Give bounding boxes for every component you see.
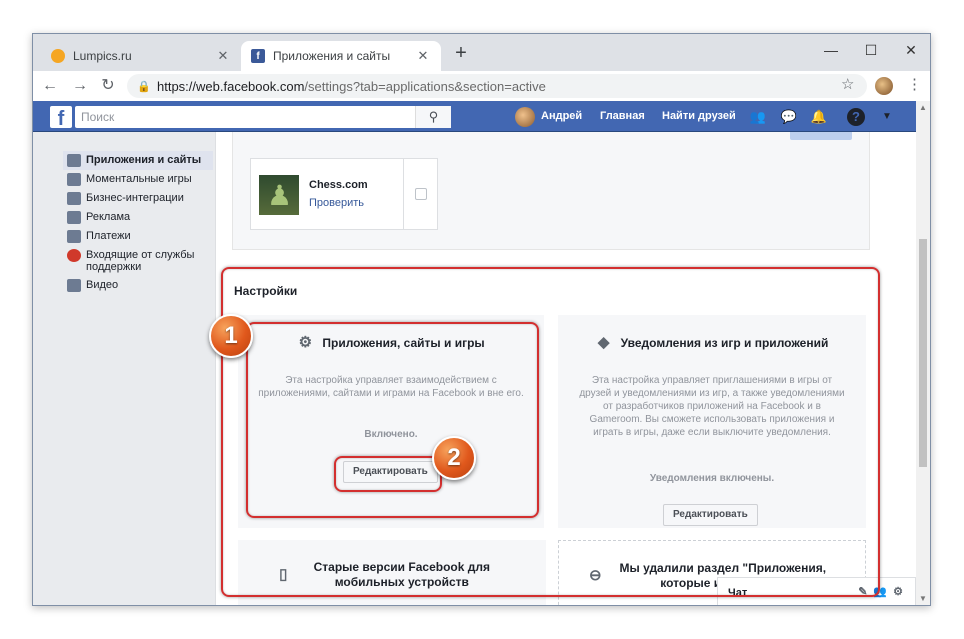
- scroll-up-icon[interactable]: ▲: [919, 103, 927, 112]
- lifebuoy-icon: [67, 249, 81, 262]
- sidebar-item-support-inbox[interactable]: Входящие от службы поддержки: [63, 246, 213, 276]
- credit-card-icon: [67, 230, 81, 243]
- lock-icon: 🔒: [137, 80, 151, 93]
- sidebar-item-label: Бизнес-интеграции: [86, 192, 184, 204]
- app-name[interactable]: Chess.com: [309, 179, 368, 191]
- profile-avatar-icon[interactable]: [875, 77, 893, 95]
- sidebar-item-apps-and-websites[interactable]: Приложения и сайты: [63, 151, 213, 170]
- active-apps-panel: Chess.com Проверить: [232, 132, 870, 250]
- facebook-favicon-icon: f: [251, 49, 265, 63]
- tab-title: Приложения и сайты: [273, 49, 391, 63]
- app-verify-link[interactable]: Проверить: [309, 197, 364, 209]
- sidebar-item-payments[interactable]: Платежи: [63, 227, 213, 246]
- sidebar-item-ads[interactable]: Реклама: [63, 208, 213, 227]
- sidebar-item-label: Входящие от службы поддержки: [86, 249, 195, 273]
- sidebar-item-instant-games[interactable]: Моментальные игры: [63, 170, 213, 189]
- sidebar-item-videos[interactable]: Видео: [63, 276, 213, 295]
- nav-profile-link[interactable]: Андрей: [541, 110, 582, 122]
- reload-icon[interactable]: ↻: [97, 75, 119, 97]
- minimize-button[interactable]: —: [811, 38, 851, 62]
- search-icon[interactable]: ⚲: [415, 106, 451, 128]
- step-2-badge: 2: [432, 436, 476, 480]
- tab-strip: Lumpics.ru ✕ f Приложения и сайты ✕ + — …: [33, 34, 930, 71]
- bookmark-star-icon[interactable]: ☆: [841, 75, 854, 93]
- scrollbar-thumb[interactable]: [919, 239, 927, 467]
- gamepad-icon: [67, 173, 81, 186]
- forward-arrow-icon[interactable]: →: [69, 75, 91, 97]
- tab-lumpics[interactable]: Lumpics.ru ✕: [41, 41, 241, 71]
- tab-close-icon[interactable]: ✕: [415, 48, 431, 64]
- help-icon[interactable]: ?: [847, 108, 865, 126]
- sidebar-item-label: Приложения и сайты: [86, 154, 202, 166]
- edit-button-highlight-box: [334, 456, 442, 492]
- sidebar-item-label: Видео: [86, 279, 119, 291]
- settings-sidebar: Приложения и сайты Моментальные игры Биз…: [63, 151, 213, 295]
- business-integrations-icon: [67, 192, 81, 205]
- chess-app-thumbnail[interactable]: [259, 175, 299, 215]
- sidebar-item-label: Реклама: [86, 211, 131, 223]
- url-path: /settings?tab=applications&section=activ…: [304, 78, 546, 94]
- sidebar-item-label: Моментальные игры: [86, 173, 192, 185]
- account-menu-chevron-down-icon[interactable]: ▼: [878, 108, 896, 126]
- card-divider: [403, 159, 404, 229]
- page-scrollbar[interactable]: ▲ ▼: [916, 101, 930, 605]
- apps-grid-icon: [67, 154, 81, 167]
- nav-home-link[interactable]: Главная: [600, 110, 645, 122]
- messenger-icon[interactable]: 💬: [780, 108, 798, 126]
- tab-title: Lumpics.ru: [73, 49, 132, 63]
- user-avatar[interactable]: [515, 107, 535, 127]
- film-icon: [67, 279, 81, 292]
- friend-requests-icon[interactable]: 👥: [749, 108, 767, 126]
- scroll-down-icon[interactable]: ▼: [919, 594, 927, 603]
- ads-icon: [67, 211, 81, 224]
- app-card: Chess.com Проверить: [250, 158, 438, 230]
- sidebar-item-label: Платежи: [86, 230, 131, 242]
- new-tab-button[interactable]: +: [449, 42, 473, 65]
- facebook-search-input[interactable]: Поиск: [75, 106, 451, 128]
- url-host: https://web.facebook.com: [157, 78, 305, 94]
- app-select-checkbox[interactable]: [415, 188, 427, 200]
- nav-find-friends-link[interactable]: Найти друзей: [662, 110, 736, 122]
- facebook-header: f Поиск ⚲ Андрей Главная Найти друзей 👥 …: [33, 101, 916, 132]
- notifications-bell-icon[interactable]: 🔔: [810, 108, 828, 126]
- tab-close-icon[interactable]: ✕: [215, 48, 231, 64]
- browser-toolbar: ← → ↻ 🔒 https://web.facebook.com/setting…: [33, 71, 930, 101]
- browser-menu-icon[interactable]: ⋮: [907, 75, 922, 93]
- facebook-logo-icon[interactable]: f: [50, 106, 72, 130]
- step-1-badge: 1: [209, 314, 253, 358]
- panel-top-button[interactable]: [790, 132, 852, 140]
- back-arrow-icon[interactable]: ←: [39, 75, 61, 97]
- lumpics-favicon-icon: [51, 49, 65, 63]
- close-window-button[interactable]: ✕: [891, 38, 930, 62]
- maximize-button[interactable]: ☐: [851, 38, 891, 62]
- sidebar-item-business-integrations[interactable]: Бизнес-интеграции: [63, 189, 213, 208]
- address-bar[interactable]: 🔒 https://web.facebook.com/settings?tab=…: [127, 74, 867, 98]
- tab-facebook-settings[interactable]: f Приложения и сайты ✕: [241, 41, 441, 71]
